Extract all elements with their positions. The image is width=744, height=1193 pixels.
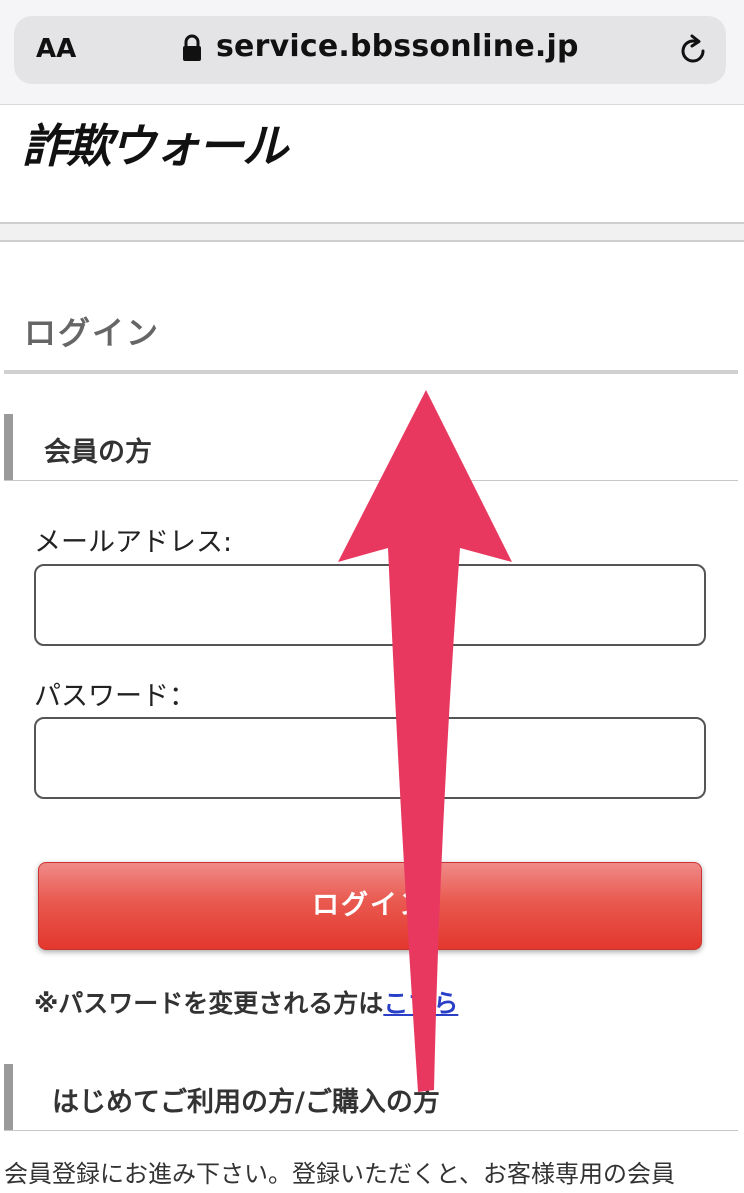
new-user-section-heading: はじめてご利用の方/ご購入の方 <box>4 1064 738 1131</box>
member-heading-text: 会員の方 <box>44 437 152 468</box>
password-change-link[interactable]: こちら <box>383 989 458 1018</box>
password-field[interactable] <box>34 717 706 799</box>
email-field[interactable] <box>34 564 706 646</box>
password-note-text: ※パスワードを変更される方は <box>34 989 384 1018</box>
registration-intro-text: 会員登録にお進み下さい。登録いただくと、お客様専用の会員 <box>4 1160 676 1188</box>
login-button[interactable]: ログイン <box>38 862 702 950</box>
password-label: パスワード： <box>34 681 196 712</box>
text-size-button[interactable]: AA <box>36 34 76 64</box>
header-divider <box>0 222 744 242</box>
title-divider <box>4 370 738 374</box>
url-text[interactable]: service.bbssonline.jp <box>216 29 579 64</box>
address-bar[interactable]: AA service.bbssonline.jp <box>14 16 726 84</box>
password-change-note: ※パスワードを変更される方はこちら <box>34 984 458 1020</box>
member-section-heading: 会員の方 <box>4 414 738 481</box>
heading-accent-bar <box>4 414 13 480</box>
site-logo[interactable]: 詐欺ウォール <box>22 110 288 176</box>
email-label: メールアドレス: <box>34 527 233 558</box>
lock-icon <box>183 34 201 61</box>
heading-accent-bar <box>4 1064 13 1130</box>
new-user-heading-text: はじめてご利用の方/ご購入の方 <box>52 1087 440 1118</box>
reload-icon[interactable] <box>676 34 710 68</box>
page-title: ログイン <box>24 314 161 352</box>
browser-toolbar: AA service.bbssonline.jp <box>0 0 744 105</box>
